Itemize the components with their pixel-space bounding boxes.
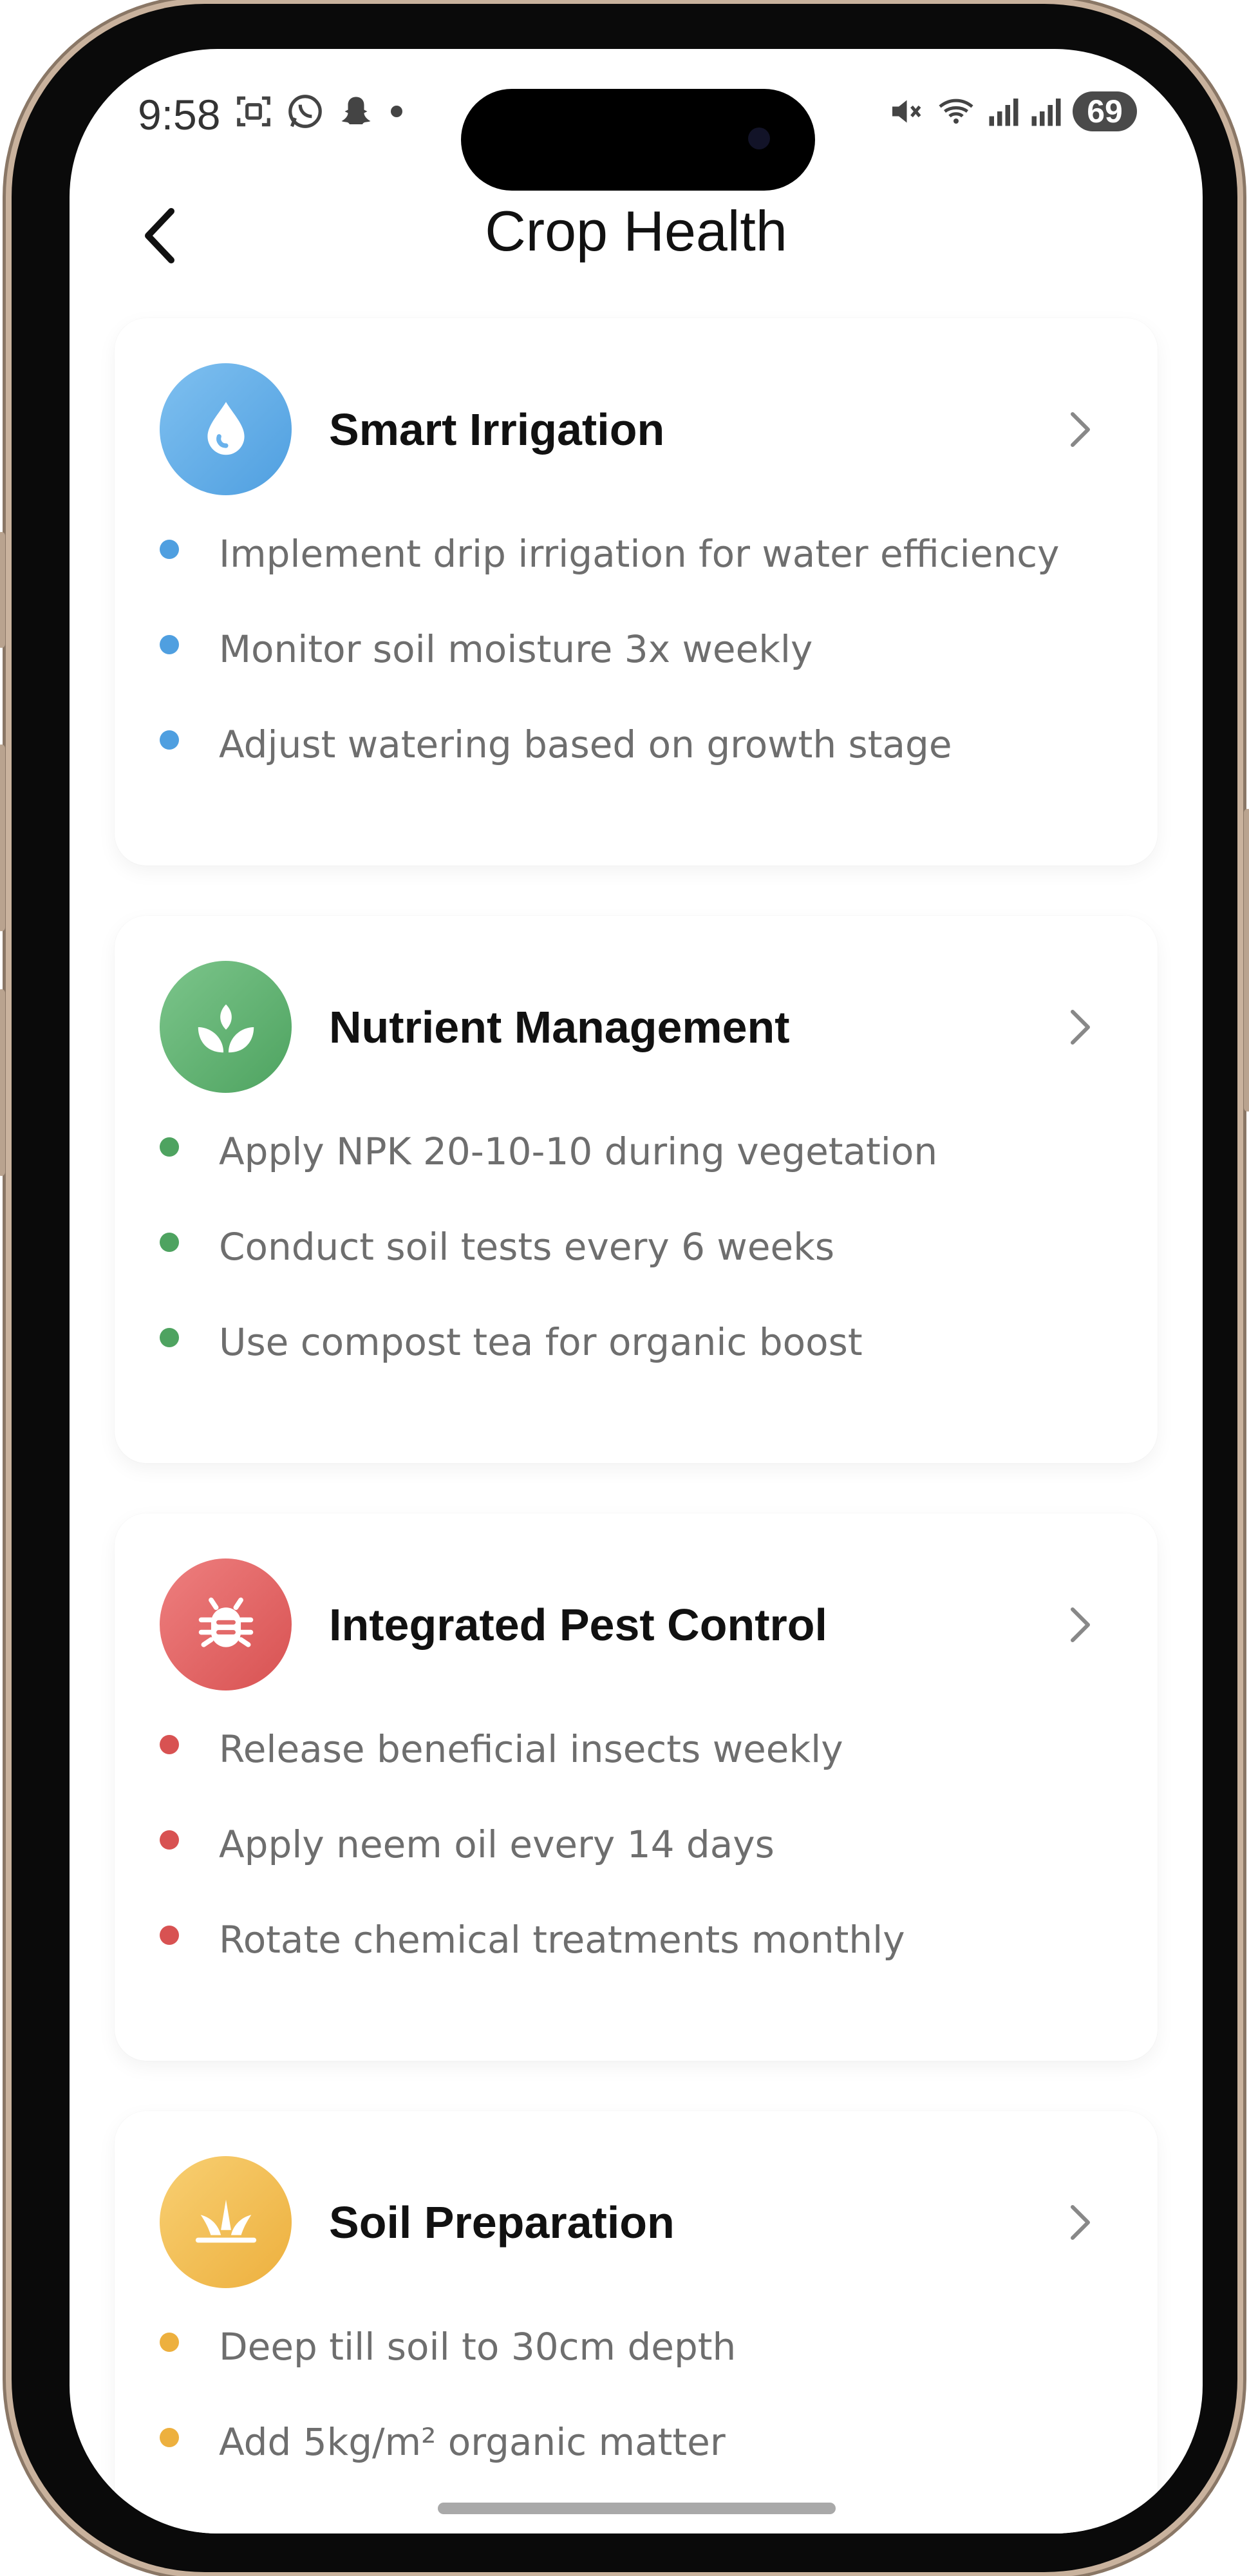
- bullet-dot: [160, 1926, 179, 1945]
- volume-up-button: [0, 744, 5, 931]
- bullet-dot: [160, 1735, 179, 1754]
- chevron-right-icon[interactable]: [1061, 1599, 1100, 1651]
- card-title: Soil Preparation: [329, 2197, 675, 2248]
- list-item: Implement drip irrigation for water effi…: [160, 532, 1113, 632]
- tips-list: Implement drip irrigation for water effi…: [160, 532, 1113, 823]
- bullet-dot: [160, 540, 179, 559]
- card-title: Smart Irrigation: [329, 404, 665, 455]
- whatsapp-icon: [288, 95, 322, 128]
- side-button: [0, 532, 5, 648]
- page-title: Crop Health: [485, 199, 787, 263]
- screenshot-icon: [237, 96, 270, 127]
- list-item: Apply neem oil every 14 days: [160, 1823, 1113, 1923]
- battery-level: 69: [1073, 91, 1137, 131]
- irrigation-icon-circle: [160, 363, 292, 495]
- list-item: Release beneficial insects weekly: [160, 1727, 1113, 1828]
- tips-list: Apply NPK 20-10-10 during vegetation Con…: [160, 1130, 1113, 1421]
- card-integrated-pest-control[interactable]: Integrated Pest Control Release benefici…: [115, 1513, 1158, 2061]
- list-item: Adjust watering based on growth stage: [160, 723, 1113, 823]
- more-notifications-dot-icon: [391, 106, 402, 117]
- pest-icon-circle: [160, 1558, 292, 1690]
- notification-icons: [234, 91, 406, 131]
- status-right-icons: 69: [886, 91, 1137, 131]
- card-nutrient-management[interactable]: Nutrient Management Apply NPK 20-10-10 d…: [115, 916, 1158, 1463]
- signal-2-icon: [1031, 99, 1061, 126]
- status-time: 9:58: [138, 91, 221, 138]
- card-smart-irrigation[interactable]: Smart Irrigation Implement drip irrigati…: [115, 318, 1158, 866]
- chevron-right-icon[interactable]: [1061, 404, 1100, 455]
- nutrient-icon-circle: [160, 961, 292, 1093]
- list-item: Use compost tea for organic boost: [160, 1320, 1113, 1421]
- card-soil-preparation[interactable]: Soil Preparation Deep till soil to 30cm …: [115, 2111, 1158, 2533]
- bullet-dot: [160, 1830, 179, 1850]
- water-drop-icon: [207, 401, 245, 455]
- bullet-dot: [160, 730, 179, 750]
- card-title: Integrated Pest Control: [329, 1599, 827, 1650]
- chevron-right-icon[interactable]: [1061, 2197, 1100, 2248]
- list-item: Conduct soil tests every 6 weeks: [160, 1225, 1113, 1325]
- mute-icon: [892, 100, 921, 123]
- snapchat-icon: [341, 97, 371, 124]
- app-screen: 9:58 69 Crop Health Smart Irrigation Imp…: [70, 49, 1203, 2533]
- volume-down-button: [0, 989, 5, 1176]
- grass-icon: [195, 2199, 256, 2242]
- tips-list: Release beneficial insects weekly Apply …: [160, 1727, 1113, 2018]
- bullet-dot: [160, 1137, 179, 1157]
- list-item: Apply NPK 20-10-10 during vegetation: [160, 1130, 1113, 1230]
- bullet-dot: [160, 1233, 179, 1252]
- home-indicator[interactable]: [438, 2503, 836, 2514]
- signal-1-icon: [989, 99, 1019, 126]
- bullet-dot: [160, 2333, 179, 2352]
- list-item: Rotate chemical treatments monthly: [160, 1918, 1113, 2018]
- wifi-icon: [939, 99, 973, 124]
- sprout-icon: [198, 1004, 254, 1052]
- phone-frame: 9:58 69 Crop Health Smart Irrigation Imp…: [0, 4, 1249, 2572]
- bullet-dot: [160, 1328, 179, 1347]
- list-item: Monitor soil moisture 3x weekly: [160, 627, 1113, 728]
- dynamic-island: [461, 89, 815, 191]
- power-button: [1244, 809, 1249, 1112]
- front-camera: [748, 128, 770, 149]
- bug-icon: [198, 1597, 253, 1647]
- list-item: Deep till soil to 30cm depth: [160, 2325, 1113, 2425]
- bullet-dot: [160, 2428, 179, 2447]
- tips-list: Deep till soil to 30cm depth Add 5kg/m² …: [160, 2325, 1113, 2521]
- card-title: Nutrient Management: [329, 1001, 790, 1052]
- chevron-right-icon[interactable]: [1061, 1001, 1100, 1053]
- bullet-dot: [160, 635, 179, 654]
- soil-icon-circle: [160, 2156, 292, 2288]
